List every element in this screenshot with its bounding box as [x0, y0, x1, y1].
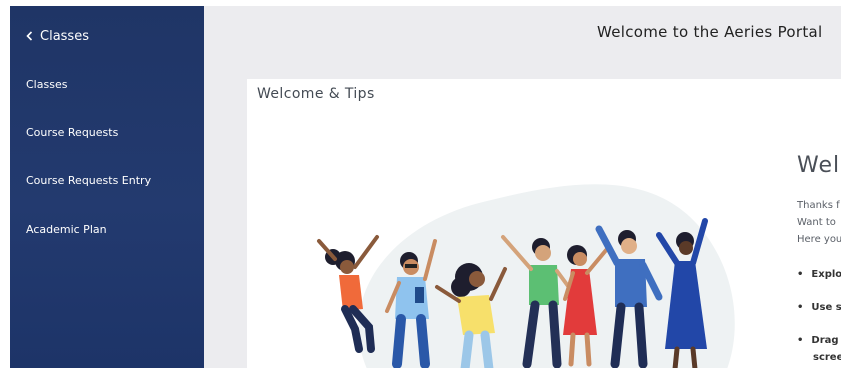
intro-line-3: Here you [797, 234, 841, 245]
sidebar-item-academic-plan[interactable]: Academic Plan [26, 223, 107, 236]
sidebar: Classes Classes Course Requests Course R… [10, 6, 204, 368]
chevron-left-icon [26, 31, 33, 41]
tip-bullet: • Use s [797, 302, 841, 313]
sidebar-item-label: Course Requests [26, 126, 119, 139]
page-title: Welcome to the Aeries Portal [597, 23, 823, 41]
back-to-classes-link[interactable]: Classes [26, 26, 89, 46]
intro-line-1: Thanks f [797, 200, 840, 211]
main-area: Welcome to the Aeries Portal Welcome & T… [204, 6, 841, 368]
intro-line-2: Want to [797, 217, 836, 228]
tip-bullet-continuation: scree [813, 352, 841, 363]
celebrating-people-illustration [317, 184, 735, 368]
sidebar-item-course-requests-entry[interactable]: Course Requests Entry [26, 174, 151, 187]
back-link-label: Classes [40, 28, 89, 44]
sidebar-item-label: Course Requests Entry [26, 174, 152, 187]
welcome-tips-card: Welcome & Tips Wel Thanks f Want to Here… [247, 79, 841, 368]
tip-bullet: • Explo [797, 269, 841, 280]
sidebar-item-label: Academic Plan [26, 223, 107, 236]
card-title: Welcome & Tips [257, 86, 375, 102]
tip-bullet: • Drag [797, 335, 839, 346]
sidebar-item-classes[interactable]: Classes [26, 78, 67, 91]
sidebar-item-course-requests[interactable]: Course Requests [26, 126, 118, 139]
welcome-heading: Wel [797, 153, 841, 178]
sidebar-item-label: Classes [26, 78, 68, 91]
